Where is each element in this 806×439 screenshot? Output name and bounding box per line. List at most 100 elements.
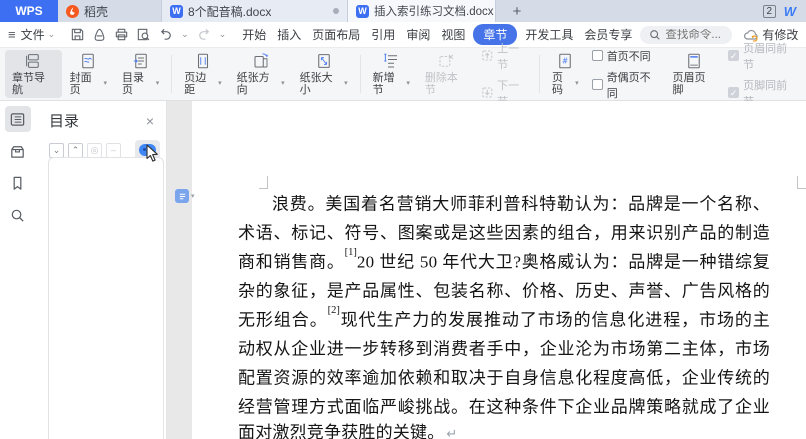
paper-size-icon [317, 54, 330, 68]
dropdown-icon: ▾ [575, 80, 579, 87]
search-icon [650, 29, 661, 40]
doc-line[interactable]: 无形组合。[2]现代生产力的发展推动了市场的信息化进程，市场的主 [238, 304, 770, 333]
doc-line[interactable]: 浪费。美国着名营销大师菲利普科特勒认为：品牌是一个名称、 [238, 188, 770, 217]
tab-references[interactable]: 引用 [368, 24, 398, 45]
prev-section-icon [481, 50, 492, 61]
workspace: 目录 × ⌄ ⌃ ◎ – 浪费。美国着名营销大师菲利普科特勒认为：品牌是一个名称… [0, 101, 806, 439]
tab-label: 插入索引练习文档.docx [374, 6, 494, 18]
doc-line[interactable]: 经营管理方式面临严峻挑战。在这种条件下企业品牌策略就成了企业 [238, 391, 770, 420]
toc-pane-button[interactable] [4, 106, 31, 132]
tab-label: 8个配音稿.docx [188, 4, 272, 19]
delete-section-button: 删除本节 [418, 50, 475, 98]
same-as-prev-group: ✓ 页眉同前节 ✓ 页脚同前节 [728, 43, 796, 108]
section-jump-group: 上一节 下一节 [481, 43, 529, 108]
new-tab-button[interactable]: + [496, 0, 538, 22]
ribbon-separator [171, 55, 173, 93]
collapse-all-button[interactable]: ⌃ [68, 142, 83, 158]
checkbox-icon [591, 50, 603, 61]
undo-dropdown-icon[interactable]: ⌄ [181, 29, 189, 40]
orientation-icon [254, 53, 268, 68]
toc-list-area[interactable] [48, 157, 164, 439]
tab-document-1[interactable]: W 8个配音稿.docx [162, 0, 348, 22]
diff-odd-even-checkbox[interactable]: 奇偶页不同 [591, 69, 660, 101]
file-menu-button[interactable]: 文件 ⌄ [21, 26, 56, 43]
margins-icon [197, 53, 208, 69]
find-pane-button[interactable] [5, 202, 31, 228]
print-icon[interactable] [114, 27, 129, 42]
text-boundary-mark [259, 176, 268, 189]
diff-first-page-checkbox[interactable]: 首页不同 [591, 48, 660, 64]
dropdown-icon: ▾ [406, 80, 410, 87]
margins-button[interactable]: 页边距 ▾ [177, 50, 228, 98]
tab-label: 稻壳 [84, 4, 109, 19]
toc-pane-icon [10, 112, 25, 126]
header-footer-icon [688, 53, 700, 69]
dropdown-icon: ▾ [155, 80, 160, 87]
section-nav-icon [26, 54, 40, 68]
tab-dev-tools[interactable]: 开发工具 [522, 24, 576, 45]
dropdown-icon: ▾ [344, 80, 348, 87]
saved-dot-icon [333, 8, 339, 14]
page-number-button[interactable]: # 页码 ▾ [545, 50, 586, 98]
toc-page-button[interactable]: 目录页 ▾ [115, 50, 166, 98]
export-pdf-icon[interactable] [92, 27, 107, 42]
wps-menu-button[interactable]: WPS [0, 0, 58, 22]
doc-line[interactable]: 动权从企业进一步转移到消费者手中，企业沦为市场第二主体，市场 [238, 333, 770, 362]
new-section-button[interactable]: 新增节 ▾ [366, 50, 417, 98]
tab-view[interactable]: 视图 [438, 24, 468, 45]
locate-heading-button: ◎ [87, 142, 102, 158]
fold-level-button: – [106, 142, 121, 158]
print-preview-icon[interactable] [136, 27, 151, 42]
search-icon [11, 209, 24, 222]
tab-page-layout[interactable]: 页面布局 [309, 24, 363, 45]
tab-docer[interactable]: 稻壳 [58, 0, 162, 22]
bookmark-pane-button[interactable] [5, 170, 31, 196]
doc-line[interactable]: 配置资源的效率逾加依赖和取决于自身信息化程度高低，企业传统的 [238, 362, 770, 391]
header-footer-button[interactable]: 页眉页脚 [666, 50, 723, 98]
menu-bar: ≡ 文件 ⌄ ⌄ ⌄ 开始 插入 页面布局 引用 审阅 视图 章节 开发工具 会… [0, 22, 806, 48]
checkbox-icon [591, 79, 603, 90]
tab-insert[interactable]: 插入 [274, 24, 304, 45]
paragraph-tool[interactable]: ▾ [175, 189, 195, 203]
tab-member[interactable]: 会员专享 [581, 24, 635, 45]
header-same-checkbox: ✓ 页眉同前节 [728, 42, 788, 71]
cover-page-button[interactable]: 封面页 ▾ [63, 50, 114, 98]
expand-all-button[interactable]: ⌄ [49, 142, 64, 158]
doc-line[interactable]: 商和销售商。[1]20 世纪 50 年代大卫?奥格威认为：品牌是一种错综复 [238, 246, 770, 275]
resource-box-icon [11, 145, 24, 158]
checkbox-checked-icon: ✓ [728, 87, 740, 98]
cover-page-icon [82, 53, 95, 69]
save-icon[interactable] [70, 27, 85, 42]
ribbon-separator [539, 55, 541, 93]
toolbar-collapse-icon[interactable]: ⌄ [219, 29, 227, 40]
search-input[interactable] [665, 28, 724, 41]
side-icon-strip [0, 101, 35, 439]
text-boundary-mark [797, 176, 806, 189]
dropdown-icon: ▾ [103, 80, 107, 87]
window-count-badge[interactable]: 2 [762, 4, 776, 18]
doc-line[interactable]: 杂的象征，是产品属性、包装名称、价格、历史、声誉、广告风格的 [238, 275, 770, 304]
window-tab-bar: WPS 稻壳 W 8个配音稿.docx W 插入索引练习文档.docx + 2 … [0, 0, 806, 22]
resource-pane-button[interactable] [5, 138, 31, 164]
command-search[interactable] [640, 25, 733, 44]
undo-icon[interactable] [158, 27, 174, 42]
next-section-icon [481, 87, 492, 98]
checkbox-checked-icon: ✓ [728, 50, 740, 61]
document-page[interactable]: 浪费。美国着名营销大师菲利普科特勒认为：品牌是一个名称、 术语、标记、符号、图案… [192, 101, 806, 439]
section-nav-button[interactable]: 章节导航 [5, 50, 62, 98]
hamburger-icon[interactable]: ≡ [8, 27, 16, 42]
tab-home[interactable]: 开始 [239, 24, 269, 45]
wps-doc-icon: W [356, 4, 369, 18]
doc-line[interactable]: 面对激烈竞争获胜的关键。 ↵ [238, 420, 770, 439]
wps-doc-icon: W [170, 4, 183, 18]
tab-document-2-active[interactable]: W 插入索引练习文档.docx [348, 0, 496, 22]
orientation-button[interactable]: 纸张方向 ▾ [230, 50, 292, 98]
doc-line[interactable]: 术语、标记、符号、图案或是这些因素的组合，用来识别产品的制造 [238, 217, 770, 246]
chevron-down-icon: ⌄ [47, 29, 56, 39]
mouse-cursor [146, 144, 158, 162]
paper-size-button[interactable]: 纸张大小 ▾ [293, 50, 355, 98]
bookmark-icon [13, 176, 22, 190]
paragraph-tool-icon [175, 189, 189, 203]
tab-review[interactable]: 审阅 [403, 24, 433, 45]
close-icon[interactable]: × [146, 114, 154, 128]
